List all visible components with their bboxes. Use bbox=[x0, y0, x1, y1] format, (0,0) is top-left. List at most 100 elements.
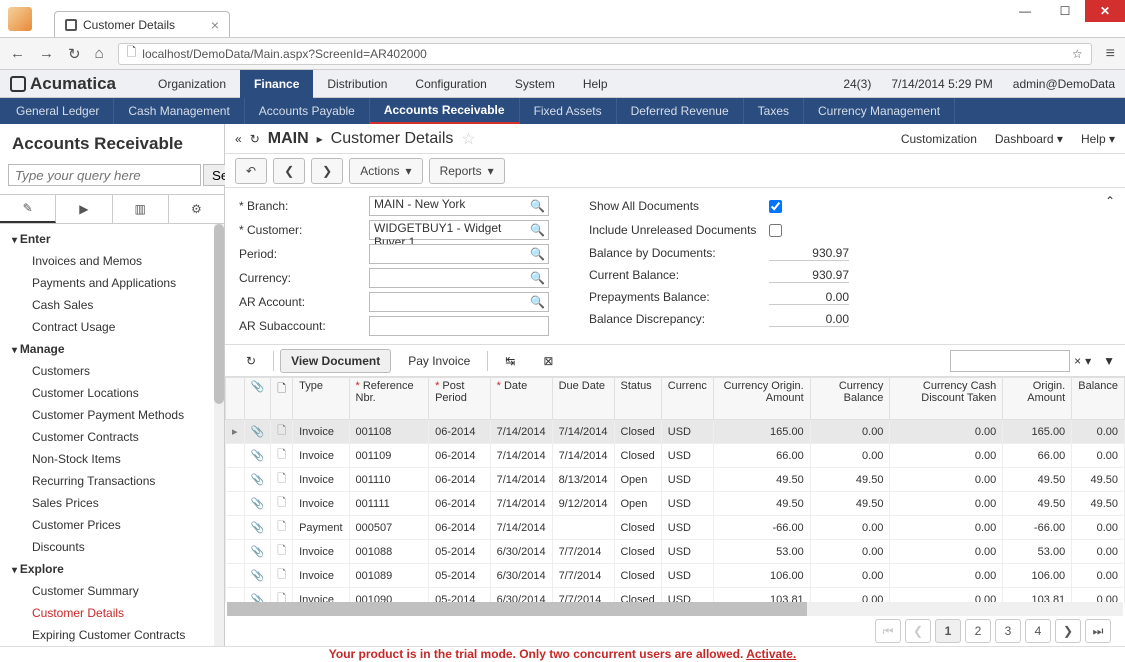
forward-icon[interactable]: → bbox=[39, 45, 54, 62]
actions-button[interactable]: Actions ▾ bbox=[349, 158, 422, 184]
grid-refresh-icon[interactable]: ↻ bbox=[235, 349, 267, 373]
customer-input[interactable]: WIDGETBUY1 - Widget Buyer 1🔍 bbox=[369, 220, 549, 240]
module-accounts-receivable[interactable]: Accounts Receivable bbox=[370, 98, 520, 124]
module-cash-management[interactable]: Cash Management bbox=[114, 98, 244, 124]
url-input[interactable]: 🗋 localhost/DemoData/Main.aspx?ScreenId=… bbox=[118, 43, 1092, 65]
scrollbar[interactable] bbox=[214, 224, 224, 646]
tree-item[interactable]: Expiring Customer Contracts bbox=[0, 624, 224, 646]
view-document-button[interactable]: View Document bbox=[280, 349, 391, 373]
tab-edit[interactable]: ✎ bbox=[0, 195, 56, 223]
reload-icon[interactable]: ↻ bbox=[68, 45, 81, 63]
tree-item[interactable]: Customer Details bbox=[0, 602, 224, 624]
tab-settings[interactable]: ⚙ bbox=[169, 195, 224, 223]
tree-item[interactable]: Contract Usage bbox=[0, 316, 224, 338]
window-close[interactable]: ✕ bbox=[1085, 0, 1125, 22]
tree-item[interactable]: Non-Stock Items bbox=[0, 448, 224, 470]
tree-item[interactable]: Customer Contracts bbox=[0, 426, 224, 448]
tree-item[interactable]: Invoices and Memos bbox=[0, 250, 224, 272]
table-row[interactable]: 📎🗋Invoice00108905-20146/30/20147/7/2014C… bbox=[226, 564, 1125, 588]
aracct-input[interactable]: 🔍 bbox=[369, 292, 549, 312]
table-row[interactable]: ▸📎🗋Invoice00110806-20147/14/20147/14/201… bbox=[226, 420, 1125, 444]
module-currency-management[interactable]: Currency Management bbox=[804, 98, 955, 124]
search-icon[interactable]: 🔍 bbox=[530, 199, 545, 213]
page-next[interactable]: ❯ bbox=[1055, 619, 1081, 643]
table-row[interactable]: 📎🗋Invoice00111006-20147/14/20148/13/2014… bbox=[226, 468, 1125, 492]
grid[interactable]: 📎🗋TypeReference Nbr.Post PeriodDateDue D… bbox=[225, 377, 1125, 602]
refresh-icon[interactable]: ↻ bbox=[250, 132, 260, 146]
tab-chart[interactable]: ▥ bbox=[113, 195, 169, 223]
tree-item[interactable]: Recurring Transactions bbox=[0, 470, 224, 492]
reports-button[interactable]: Reports ▾ bbox=[429, 158, 505, 184]
search-icon[interactable]: 🔍 bbox=[530, 271, 545, 285]
module-general-ledger[interactable]: General Ledger bbox=[2, 98, 114, 124]
currency-input[interactable]: 🔍 bbox=[369, 268, 549, 288]
page-1[interactable]: 1 bbox=[935, 619, 961, 643]
tab-run[interactable]: ▶ bbox=[56, 195, 112, 223]
filter-icon[interactable]: ▼ bbox=[1103, 354, 1115, 368]
page-4[interactable]: 4 bbox=[1025, 619, 1051, 643]
menu-distribution[interactable]: Distribution bbox=[313, 70, 401, 98]
search-icon[interactable]: 🔍 bbox=[530, 295, 545, 309]
close-icon[interactable]: × bbox=[211, 17, 219, 33]
home-icon[interactable]: ⌂ bbox=[95, 45, 104, 62]
table-row[interactable]: 📎🗋Invoice00110906-20147/14/20147/14/2014… bbox=[226, 444, 1125, 468]
dashboard-link[interactable]: Dashboard ▾ bbox=[995, 132, 1063, 146]
export-icon[interactable]: ⊠ bbox=[532, 349, 564, 373]
search-icon[interactable]: 🔍 bbox=[530, 247, 545, 261]
collapse-sidebar-icon[interactable]: « bbox=[235, 132, 242, 146]
include-unrel-checkbox[interactable] bbox=[769, 224, 782, 237]
cancel-button[interactable]: ↶ bbox=[235, 158, 267, 184]
browser-tab[interactable]: Customer Details × bbox=[54, 11, 230, 37]
horizontal-scrollbar[interactable] bbox=[227, 602, 1123, 616]
help-link[interactable]: Help ▾ bbox=[1081, 132, 1115, 146]
module-taxes[interactable]: Taxes bbox=[744, 98, 804, 124]
menu-help[interactable]: Help bbox=[569, 70, 622, 98]
grid-filter-input[interactable] bbox=[950, 350, 1070, 372]
tree-item[interactable]: Customer Payment Methods bbox=[0, 404, 224, 426]
window-minimize[interactable]: — bbox=[1005, 0, 1045, 22]
crumb-main[interactable]: MAIN bbox=[268, 130, 309, 148]
logo[interactable]: Acumatica bbox=[10, 74, 116, 94]
dropdown-icon[interactable]: ▾ bbox=[1085, 354, 1091, 368]
table-row[interactable]: 📎🗋Payment00050706-20147/14/2014ClosedUSD… bbox=[226, 516, 1125, 540]
tree-item[interactable]: Customer Prices bbox=[0, 514, 224, 536]
fit-columns-icon[interactable]: ↹ bbox=[494, 349, 526, 373]
module-accounts-payable[interactable]: Accounts Payable bbox=[245, 98, 370, 124]
back-icon[interactable]: ← bbox=[10, 45, 25, 62]
table-row[interactable]: 📎🗋Invoice00111106-20147/14/20149/12/2014… bbox=[226, 492, 1125, 516]
tree-item[interactable]: Payments and Applications bbox=[0, 272, 224, 294]
next-button[interactable]: ❯ bbox=[311, 158, 343, 184]
pay-invoice-button[interactable]: Pay Invoice bbox=[397, 349, 481, 373]
branch-input[interactable]: MAIN - New York🔍 bbox=[369, 196, 549, 216]
customization-link[interactable]: Customization bbox=[901, 132, 977, 146]
sidebar-tree[interactable]: EnterInvoices and MemosPayments and Appl… bbox=[0, 224, 224, 646]
tree-item[interactable]: Discounts bbox=[0, 536, 224, 558]
show-all-checkbox[interactable] bbox=[769, 200, 782, 213]
prev-button[interactable]: ❮ bbox=[273, 158, 305, 184]
module-deferred-revenue[interactable]: Deferred Revenue bbox=[617, 98, 744, 124]
header-user[interactable]: admin@DemoData bbox=[1013, 77, 1115, 91]
module-fixed-assets[interactable]: Fixed Assets bbox=[520, 98, 617, 124]
clear-filter-icon[interactable]: × bbox=[1074, 354, 1081, 368]
period-input[interactable]: 🔍 bbox=[369, 244, 549, 264]
tree-item[interactable]: Customer Locations bbox=[0, 382, 224, 404]
tree-group[interactable]: Manage bbox=[0, 338, 224, 360]
menu-icon[interactable]: ≡ bbox=[1106, 45, 1115, 63]
page-3[interactable]: 3 bbox=[995, 619, 1021, 643]
table-row[interactable]: 📎🗋Invoice00109005-20146/30/20147/7/2014C… bbox=[226, 588, 1125, 603]
menu-organization[interactable]: Organization bbox=[144, 70, 240, 98]
page-prev[interactable]: ❮ bbox=[905, 619, 931, 643]
page-last[interactable]: ⏭ bbox=[1085, 619, 1111, 643]
activate-link[interactable]: Activate. bbox=[746, 647, 796, 661]
tree-item[interactable]: Cash Sales bbox=[0, 294, 224, 316]
window-maximize[interactable]: ☐ bbox=[1045, 0, 1085, 22]
menu-finance[interactable]: Finance bbox=[240, 70, 313, 98]
table-row[interactable]: 📎🗋Invoice00108805-20146/30/20147/7/2014C… bbox=[226, 540, 1125, 564]
tree-group[interactable]: Enter bbox=[0, 228, 224, 250]
tree-item[interactable]: Customers bbox=[0, 360, 224, 382]
collapse-icon[interactable]: ⌃ bbox=[1105, 194, 1115, 208]
page-2[interactable]: 2 bbox=[965, 619, 991, 643]
search-icon[interactable]: 🔍 bbox=[530, 223, 545, 237]
tree-item[interactable]: Sales Prices bbox=[0, 492, 224, 514]
star-icon[interactable]: ☆ bbox=[1072, 47, 1083, 61]
